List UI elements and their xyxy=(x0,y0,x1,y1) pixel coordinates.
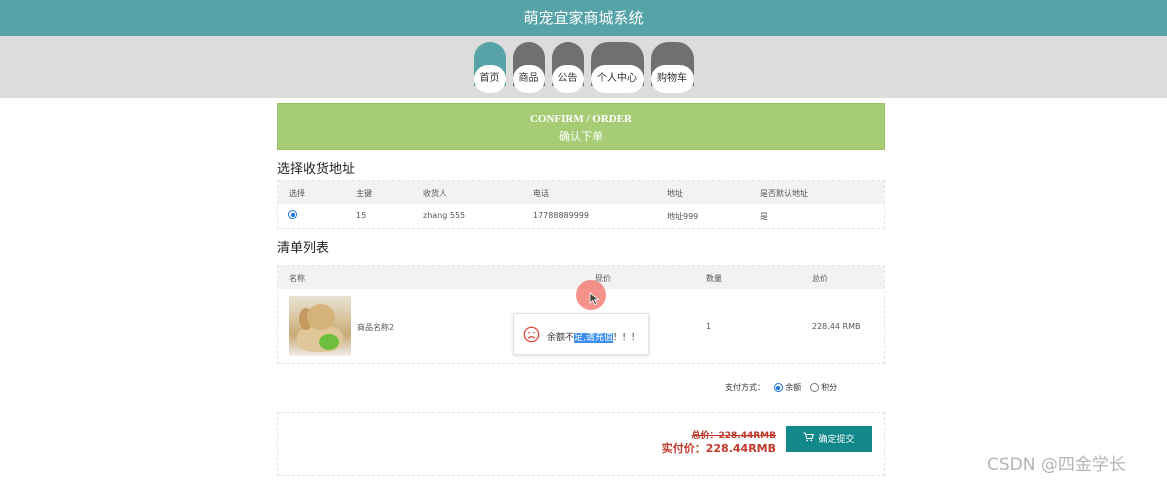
col-default: 是否默认地址 xyxy=(760,189,808,198)
nav-products-label[interactable]: 商品 xyxy=(512,65,545,93)
nav-notices[interactable]: 公告 xyxy=(551,42,584,93)
mouse-cursor-icon xyxy=(589,292,600,306)
product-image[interactable] xyxy=(289,296,351,356)
confirm-order-banner: CONFIRM / ORDER 确认下单 xyxy=(277,103,885,150)
toast-text-after: ！！！ xyxy=(612,333,640,343)
product-name: 商品名称2 xyxy=(357,323,395,332)
table-row[interactable]: 15 zhang 555 17788889999 地址999 是 xyxy=(278,204,884,228)
balance-label[interactable]: 余额 xyxy=(785,383,801,392)
col-total: 总价 xyxy=(812,274,828,283)
order-summary: 总价：228.44RMB 实付价：228.44RMB 确定提交 xyxy=(277,412,885,476)
col-id: 主键 xyxy=(356,189,372,198)
csdn-watermark: CSDN @四金学长 xyxy=(987,455,1126,475)
payment-option-balance[interactable]: 余额 xyxy=(773,383,801,392)
payment-method: 支付方式： 余额 积分 xyxy=(725,382,837,393)
col-address: 地址 xyxy=(667,189,683,198)
nav-cart[interactable]: 购物车 xyxy=(650,42,694,93)
product-total: 228.44 RMB xyxy=(812,322,861,331)
toy-shape xyxy=(319,334,339,350)
points-radio[interactable] xyxy=(809,383,819,392)
nav-profile[interactable]: 个人中心 xyxy=(590,42,644,93)
submit-label[interactable]: 确定提交 xyxy=(818,434,854,444)
col-quantity: 数量 xyxy=(706,274,722,283)
radio-dot[interactable] xyxy=(288,210,297,219)
cart-icon xyxy=(803,432,815,442)
address-radio[interactable] xyxy=(288,210,297,219)
site-header: 萌宠宜家商城系统 xyxy=(0,0,1167,36)
actual-total: 实付价：228.44RMB xyxy=(661,442,776,455)
col-select: 选择 xyxy=(289,189,305,198)
col-receiver: 收货人 xyxy=(423,189,447,198)
nav-cart-label[interactable]: 购物车 xyxy=(650,65,694,93)
address-table: 选择 主键 收货人 电话 地址 是否默认地址 15 zhang 555 1778… xyxy=(277,180,885,229)
col-name: 名称 xyxy=(289,274,305,283)
col-phone: 电话 xyxy=(533,189,549,198)
nav-profile-label[interactable]: 个人中心 xyxy=(590,65,644,93)
payment-option-points[interactable]: 积分 xyxy=(809,383,837,392)
sad-face-icon xyxy=(523,326,540,343)
main-nav: 首页 商品 公告 个人中心 购物车 xyxy=(0,42,1167,93)
product-quantity: 1 xyxy=(706,322,712,331)
address-id: 15 xyxy=(356,211,367,220)
dog-head-shape xyxy=(307,304,335,330)
toast-message: 余额不足,请充值！！！ xyxy=(547,330,640,343)
balance-radio[interactable] xyxy=(773,383,783,392)
nav-products[interactable]: 商品 xyxy=(512,42,545,93)
address-default: 是 xyxy=(760,212,768,221)
address-section-title: 选择收货地址 xyxy=(277,162,356,177)
points-label[interactable]: 积分 xyxy=(821,383,837,392)
address-phone: 17788889999 xyxy=(533,211,589,220)
banner-chinese: 确认下单 xyxy=(559,130,603,143)
nav-home[interactable]: 首页 xyxy=(473,42,506,93)
address-table-header: 选择 主键 收货人 电话 地址 是否默认地址 xyxy=(278,181,884,204)
address-text: 地址999 xyxy=(667,212,699,221)
nav-home-label[interactable]: 首页 xyxy=(473,65,506,93)
address-receiver: zhang 555 xyxy=(423,211,466,220)
order-section-title: 清单列表 xyxy=(277,241,330,256)
nav-band: 首页 商品 公告 个人中心 购物车 xyxy=(0,36,1167,98)
nav-notices-label[interactable]: 公告 xyxy=(551,65,584,93)
banner-english: CONFIRM / ORDER xyxy=(529,113,633,125)
payment-label: 支付方式： xyxy=(725,383,765,392)
toast-text-selected: 足,请充值 xyxy=(574,333,613,343)
site-title: 萌宠宜家商城系统 xyxy=(523,9,644,27)
submit-order-button[interactable]: 确定提交 xyxy=(786,426,872,452)
toast-text-before: 余额不 xyxy=(547,333,575,343)
insufficient-balance-toast: 余额不足,请充值！！！ xyxy=(513,313,649,355)
